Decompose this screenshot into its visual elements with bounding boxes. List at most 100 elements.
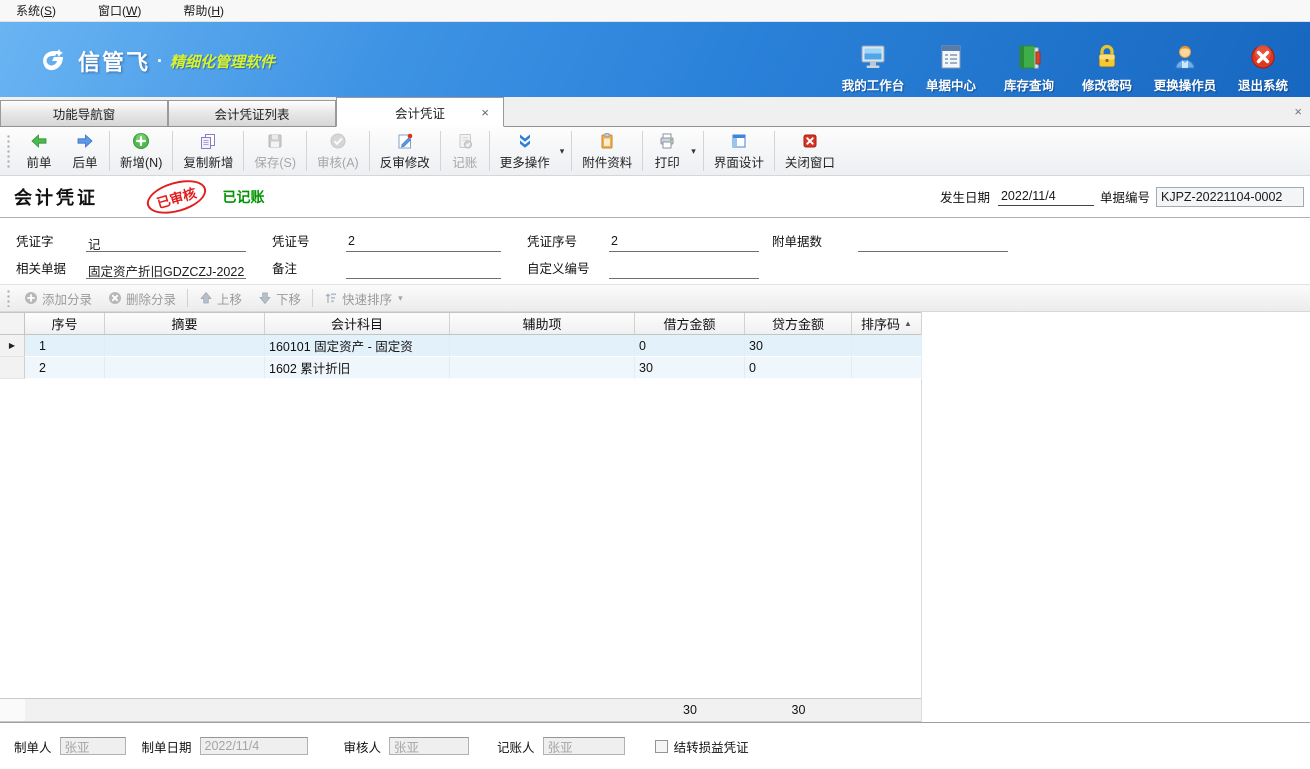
col-header-debit[interactable]: 借方金额 <box>635 313 745 334</box>
nav-switch-operator[interactable]: 更换操作员 <box>1146 42 1224 94</box>
remark-label: 备注 <box>272 258 338 279</box>
grid-row-2[interactable]: 2 1602 累计折旧 30 0 <box>0 357 921 379</box>
tabstrip: 功能导航窗 会计凭证列表 会计凭证 × × <box>0 97 1310 127</box>
cell-aux[interactable] <box>450 335 635 357</box>
grid-empty-area <box>0 379 921 698</box>
ui-design-button[interactable]: 界面设计 <box>705 129 773 174</box>
tab-voucher-list[interactable]: 会计凭证列表 <box>168 100 336 126</box>
cell-debit[interactable]: 30 <box>635 357 745 379</box>
close-window-icon <box>801 132 819 150</box>
voucher-seq-field[interactable]: 2 <box>609 234 759 252</box>
more-actions-button[interactable]: 更多操作 <box>491 129 559 174</box>
menu-help[interactable]: 帮助(H) <box>177 0 230 21</box>
add-icon <box>132 132 150 150</box>
col-header-summary[interactable]: 摘要 <box>105 313 265 334</box>
custom-no-field[interactable] <box>609 261 759 279</box>
voucher-form: 凭证字 记 凭证号 2 凭证序号 2 附单据数 相关单据 固定资产折旧GDZCZ… <box>0 218 1310 284</box>
workbench-icon <box>858 42 888 72</box>
grid-row-1[interactable]: ▶ 1 160101 固定资产 - 固定资 0 30 <box>0 335 921 357</box>
close-window-button[interactable]: 关闭窗口 <box>776 129 844 174</box>
col-header-seq[interactable]: 序号 <box>25 313 105 334</box>
cell-credit[interactable]: 0 <box>745 357 852 379</box>
save-icon <box>266 132 284 150</box>
prev-doc-button[interactable]: 前单 <box>16 129 62 174</box>
tab-close-icon[interactable]: × <box>481 105 489 120</box>
make-date-label: 制单日期 <box>142 737 192 756</box>
nav-inventory-query[interactable]: 库存查询 <box>990 42 1068 94</box>
toolbar-separator <box>642 131 643 171</box>
transfer-profit-checkbox[interactable]: 结转损益凭证 <box>655 737 749 756</box>
cell-summary[interactable] <box>105 335 265 357</box>
col-header-account[interactable]: 会计科目 <box>265 313 450 334</box>
add-new-button[interactable]: 新增(N) <box>111 129 171 174</box>
voucher-word-field[interactable]: 记 <box>86 234 246 252</box>
cell-credit[interactable]: 30 <box>745 335 852 357</box>
cell-debit[interactable]: 0 <box>635 335 745 357</box>
audit-icon <box>329 132 347 150</box>
cell-aux[interactable] <box>450 357 635 379</box>
sort-ascending-icon: ▲ <box>904 319 912 328</box>
voucher-seq-label: 凭证序号 <box>527 231 607 252</box>
copy-add-icon <box>199 132 217 150</box>
attachment-icon <box>598 132 616 150</box>
toolbar-separator <box>306 131 307 171</box>
tab-voucher[interactable]: 会计凭证 × <box>336 97 504 127</box>
nav-my-workbench[interactable]: 我的工作台 <box>834 42 912 94</box>
brand-logo-icon <box>36 44 70 78</box>
total-credit: 30 <box>745 699 852 721</box>
copy-add-button[interactable]: 复制新增 <box>174 129 242 174</box>
menu-window[interactable]: 窗口(W) <box>92 0 147 21</box>
entry-toolbar: 添加分录 删除分录 上移 下移 快速排序 ▾ <box>0 284 1310 312</box>
main-toolbar: 前单 后单 新增(N) 复制新增 保存(S) 审核(A) 反审修改 记账 更多操… <box>0 127 1310 176</box>
attach-count-field[interactable] <box>858 234 1008 252</box>
col-header-credit[interactable]: 贷方金额 <box>745 313 852 334</box>
occur-date-field[interactable]: 2022/11/4 <box>998 188 1094 206</box>
voucher-word-label: 凭证字 <box>16 231 86 252</box>
exit-system-icon <box>1248 42 1278 72</box>
cell-account[interactable]: 1602 累计折旧 <box>265 357 450 379</box>
voucher-no-field[interactable]: 2 <box>346 234 501 252</box>
toolbar-grip[interactable] <box>6 134 11 168</box>
cell-summary[interactable] <box>105 357 265 379</box>
cell-sortcode[interactable] <box>852 335 922 357</box>
nav-change-password[interactable]: 修改密码 <box>1068 42 1146 94</box>
print-dropdown-icon[interactable]: ▾ <box>690 146 702 157</box>
unaudit-edit-button[interactable]: 反审修改 <box>371 129 439 174</box>
entry-toolbar-grip[interactable] <box>6 289 11 307</box>
nav-document-center[interactable]: 单据中心 <box>912 42 990 94</box>
col-header-aux[interactable]: 辅助项 <box>450 313 635 334</box>
attachment-button[interactable]: 附件资料 <box>573 129 641 174</box>
remark-field[interactable] <box>346 261 501 279</box>
print-icon <box>658 132 676 150</box>
menu-system[interactable]: 系统(S) <box>10 0 62 21</box>
more-actions-dropdown-icon[interactable]: ▾ <box>559 146 571 157</box>
print-button[interactable]: 打印 <box>644 129 690 174</box>
col-header-sortcode[interactable]: 排序码 ▲ <box>852 313 922 334</box>
doc-number-field[interactable]: KJPZ-20221104-0002 <box>1156 187 1304 207</box>
grid-header-row: 序号 摘要 会计科目 辅助项 借方金额 贷方金额 排序码 ▲ <box>0 312 921 335</box>
related-doc-label: 相关单据 <box>16 258 86 279</box>
auditor-field: 张亚 <box>389 737 469 755</box>
add-entry-icon <box>24 291 38 305</box>
tabstrip-close-icon[interactable]: × <box>1294 104 1302 119</box>
cell-seq[interactable]: 2 <box>25 357 105 379</box>
toolbar-separator <box>489 131 490 171</box>
toolbar-separator <box>774 131 775 171</box>
bookkeeper-field: 张亚 <box>543 737 625 755</box>
nav-exit-system[interactable]: 退出系统 <box>1224 42 1302 94</box>
checkbox-icon[interactable] <box>655 740 668 753</box>
save-button: 保存(S) <box>245 129 305 174</box>
cell-seq[interactable]: 1 <box>25 335 105 357</box>
next-doc-button[interactable]: 后单 <box>62 129 108 174</box>
cell-account[interactable]: 160101 固定资产 - 固定资 <box>265 335 450 357</box>
entry-toolbar-separator <box>312 289 313 307</box>
total-debit: 30 <box>635 699 745 721</box>
entry-toolbar-separator <box>187 289 188 307</box>
related-doc-field[interactable]: 固定资产折旧GDZCZJ-2022 <box>86 261 246 279</box>
page-title: 会计凭证 <box>14 184 98 210</box>
tab-function-nav[interactable]: 功能导航窗 <box>0 100 168 126</box>
delete-entry-button: 删除分录 <box>100 289 184 308</box>
doc-number-label: 单据编号 <box>1100 187 1150 206</box>
booked-status-badge: 已记账 <box>223 187 265 207</box>
cell-sortcode[interactable] <box>852 357 922 379</box>
